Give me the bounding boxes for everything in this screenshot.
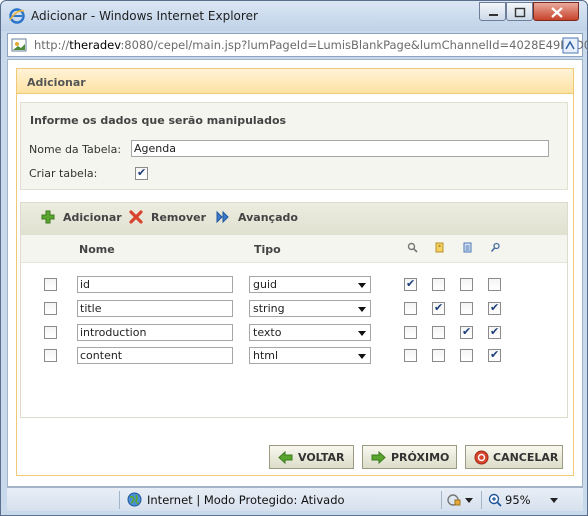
document-icon [463, 242, 472, 253]
fields-toolbar: Adicionar Remover Avançado [21, 203, 567, 235]
status-separator [441, 491, 442, 509]
compatibility-view-icon[interactable] [562, 37, 579, 54]
field-name-input[interactable]: id [77, 276, 233, 293]
filter-flag-checkbox[interactable] [488, 348, 501, 362]
panel-title: Adicionar [27, 76, 86, 89]
minimize-icon [489, 14, 498, 16]
key-icon [435, 242, 444, 253]
key-flag-checkbox[interactable] [432, 326, 445, 339]
field-type-select[interactable]: texto [249, 324, 371, 341]
fields-table: Adicionar Remover Avançado Nome Tipo id … [20, 202, 568, 418]
close-window-button[interactable] [533, 2, 579, 21]
cancel-icon [474, 450, 489, 465]
column-name-header: Nome [79, 243, 115, 256]
create-table-label: Criar tabela: [29, 167, 98, 180]
filter-icon [490, 242, 500, 253]
search-flag-checkbox[interactable] [404, 277, 417, 291]
table-name-input[interactable]: Agenda [131, 140, 549, 157]
field-name-input[interactable]: content [77, 347, 233, 364]
search-flag-checkbox[interactable] [404, 326, 417, 339]
chevron-down-icon[interactable] [465, 498, 473, 503]
key-flag-checkbox[interactable] [432, 349, 445, 362]
search-flag-checkbox[interactable] [404, 302, 417, 315]
remove-x-icon [129, 210, 143, 224]
maximize-icon [514, 7, 526, 18]
status-separator [119, 491, 120, 509]
search-flag-checkbox[interactable] [404, 349, 417, 362]
close-icon [551, 7, 563, 18]
document-flag-checkbox[interactable] [460, 278, 473, 291]
security-zone-text: Internet | Modo Protegido: Ativado [147, 493, 345, 507]
column-type-header: Tipo [254, 243, 281, 256]
title-bar: Adicionar - Windows Internet Explorer [1, 1, 587, 31]
table-name-label: Nome da Tabela: [29, 143, 122, 156]
double-chevron-right-icon [216, 210, 229, 224]
filter-flag-checkbox[interactable] [488, 325, 501, 339]
plus-icon [41, 210, 55, 224]
search-icon [407, 242, 418, 253]
window-title: Adicionar - Windows Internet Explorer [31, 9, 258, 23]
url-text: http://theradev:8080/cepel/main.jsp?lumP… [34, 38, 588, 52]
form-heading: Informe os dados que serão manipulados [30, 114, 287, 127]
key-flag-checkbox[interactable] [432, 301, 445, 315]
zoom-level[interactable]: 95% [505, 493, 531, 507]
arrow-right-icon [371, 450, 386, 465]
row-select-checkbox[interactable] [44, 278, 57, 291]
row-select-checkbox[interactable] [44, 302, 57, 315]
next-button[interactable]: PRÓXIMO [362, 445, 457, 469]
chevron-down-icon[interactable] [550, 498, 558, 503]
browser-window: Adicionar - Windows Internet Explorer ht… [0, 0, 588, 516]
field-type-select[interactable]: string [249, 300, 371, 317]
field-name-input[interactable]: introduction [77, 324, 233, 341]
key-flag-checkbox[interactable] [432, 278, 445, 291]
document-flag-checkbox[interactable] [460, 302, 473, 315]
zoom-icon[interactable] [488, 493, 502, 507]
document-flag-checkbox[interactable] [460, 349, 473, 362]
arrow-left-icon [278, 450, 293, 465]
field-type-select[interactable]: guid [249, 276, 371, 293]
status-bar: Internet | Modo Protegido: Ativado 95% [7, 487, 583, 511]
field-name-input[interactable]: title [77, 300, 233, 317]
table-header: Nome Tipo [21, 235, 567, 263]
status-separator [481, 491, 482, 509]
page-icon [11, 38, 27, 52]
cancel-button[interactable]: CANCELAR [465, 445, 563, 469]
address-bar[interactable]: http://theradev:8080/cepel/main.jsp?lumP… [7, 33, 588, 57]
field-type-select[interactable]: html [249, 347, 371, 364]
page-content: Adicionar Informe os dados que serão man… [7, 59, 583, 487]
protected-mode-icon[interactable] [447, 493, 461, 507]
filter-flag-checkbox[interactable] [488, 301, 501, 315]
row-select-checkbox[interactable] [44, 349, 57, 362]
back-button[interactable]: VOLTAR [269, 445, 354, 469]
document-flag-checkbox[interactable] [460, 325, 473, 339]
table-info-form: Informe os dados que serão manipulados N… [20, 102, 568, 190]
row-select-checkbox[interactable] [44, 326, 57, 339]
maximize-button[interactable] [506, 2, 533, 21]
globe-icon [127, 492, 142, 507]
ie-logo-icon [9, 8, 25, 24]
panel-header: Adicionar [16, 68, 574, 94]
create-table-checkbox[interactable] [135, 166, 148, 180]
filter-flag-checkbox[interactable] [488, 278, 501, 291]
minimize-button[interactable] [479, 2, 506, 21]
